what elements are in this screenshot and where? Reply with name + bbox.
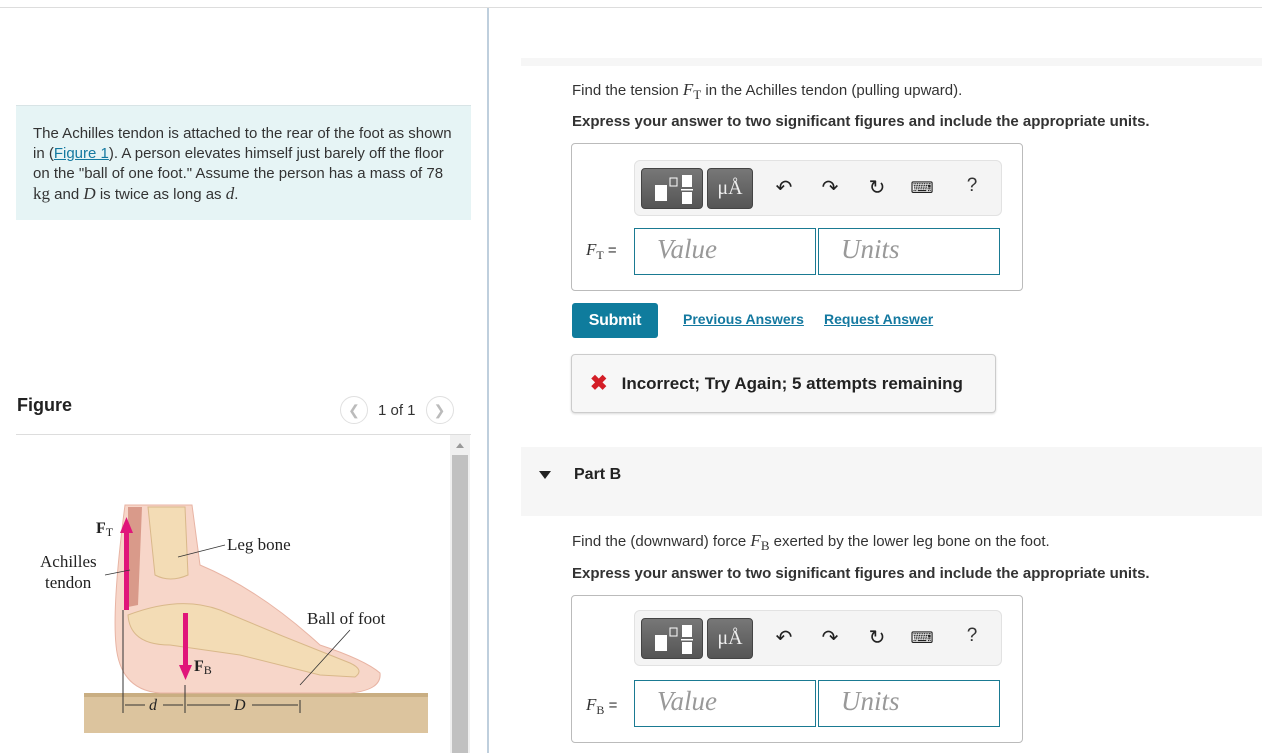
part-b-header[interactable]: Part B bbox=[521, 447, 1262, 516]
scrollbar-thumb[interactable] bbox=[452, 455, 468, 753]
units-button[interactable]: μÅ bbox=[707, 168, 753, 209]
chevron-right-icon: ❯ bbox=[433, 401, 446, 418]
incorrect-x-icon: ✖ bbox=[590, 372, 608, 395]
var-ft: F bbox=[682, 80, 694, 99]
part-a-answer-box: μÅ ↶ ↷ ↻ ⌨ ? FT = Value Units bbox=[571, 143, 1023, 291]
foot-diagram: FT FB Achilles tendon Leg bone Ball of f… bbox=[40, 504, 428, 733]
collapse-triangle-icon[interactable] bbox=[539, 471, 551, 479]
var-ft: F bbox=[586, 240, 597, 259]
problem-statement: The Achilles tendon is attached to the r… bbox=[16, 105, 471, 220]
var-fb: F bbox=[586, 695, 597, 714]
undo-icon[interactable]: ↶ bbox=[772, 625, 796, 650]
ft-units-input[interactable]: Units bbox=[818, 228, 1000, 275]
reset-icon[interactable]: ↻ bbox=[865, 175, 889, 200]
keyboard-icon[interactable]: ⌨ bbox=[910, 628, 934, 648]
undo-icon[interactable]: ↶ bbox=[772, 175, 796, 200]
part-a-question: Find the tension FT in the Achilles tend… bbox=[572, 80, 962, 103]
part-b-instruction: Express your answer to two significant f… bbox=[572, 565, 1150, 582]
question-text: in the Achilles tendon (pulling upward). bbox=[701, 82, 963, 99]
templates-button[interactable] bbox=[641, 618, 703, 659]
var-D: D bbox=[83, 184, 96, 203]
fb-arrow bbox=[183, 613, 188, 668]
math-toolbar: μÅ ↶ ↷ ↻ ⌨ ? bbox=[634, 610, 1002, 666]
redo-icon[interactable]: ↷ bbox=[818, 175, 842, 200]
figure-next-button[interactable]: ❯ bbox=[425, 396, 454, 424]
units-button[interactable]: μÅ bbox=[707, 618, 753, 659]
question-text: Find the (downward) force bbox=[572, 533, 751, 550]
question-text: exerted by the lower leg bone on the foo… bbox=[769, 533, 1050, 550]
ft-input-label: FT = bbox=[586, 240, 617, 263]
problem-text: is twice as long as bbox=[95, 186, 226, 203]
ball-of-foot-label: Ball of foot bbox=[307, 609, 386, 628]
help-icon[interactable]: ? bbox=[960, 175, 984, 197]
equals-sign: = bbox=[604, 697, 618, 714]
redo-icon[interactable]: ↷ bbox=[818, 625, 842, 650]
fb-input-label: FB = bbox=[586, 695, 617, 718]
figure-scrollbar[interactable] bbox=[450, 435, 470, 753]
keyboard-icon[interactable]: ⌨ bbox=[910, 178, 934, 198]
reset-icon[interactable]: ↻ bbox=[865, 625, 889, 650]
submit-button[interactable]: Submit bbox=[572, 303, 658, 338]
question-text: Find the tension bbox=[572, 82, 683, 99]
part-a-header-band bbox=[521, 58, 1262, 66]
figure-link[interactable]: Figure 1 bbox=[54, 145, 109, 162]
D-label: D bbox=[233, 697, 246, 714]
templates-icon bbox=[655, 175, 693, 204]
part-a-instruction: Express your answer to two significant f… bbox=[572, 113, 1150, 130]
problem-text: and bbox=[50, 186, 84, 203]
request-answer-link[interactable]: Request Answer bbox=[824, 311, 933, 327]
figure-title: Figure bbox=[17, 395, 73, 415]
feedback-text: Incorrect; Try Again; 5 attempts remaini… bbox=[621, 373, 963, 393]
math-toolbar: μÅ ↶ ↷ ↻ ⌨ ? bbox=[634, 160, 1002, 216]
chevron-left-icon: ❮ bbox=[348, 401, 360, 418]
mass-unit: kg bbox=[33, 184, 50, 203]
top-border bbox=[0, 7, 1262, 8]
figure-prev-button[interactable]: ❮ bbox=[340, 396, 368, 424]
tendon-label: tendon bbox=[45, 573, 92, 592]
fb-units-input[interactable]: Units bbox=[818, 680, 1000, 727]
achilles-label: Achilles bbox=[40, 552, 97, 571]
feedback-message: ✖ Incorrect; Try Again; 5 attempts remai… bbox=[571, 354, 996, 413]
scroll-up-arrow-icon[interactable] bbox=[456, 443, 464, 448]
figure-pager: ❮ 1 of 1 ❯ bbox=[340, 396, 454, 424]
templates-icon bbox=[655, 625, 693, 654]
ft-label: FT bbox=[96, 520, 114, 539]
part-b-answer-box: μÅ ↶ ↷ ↻ ⌨ ? FB = Value Units bbox=[571, 595, 1023, 743]
figure-counter: 1 of 1 bbox=[378, 401, 416, 419]
floor-edge bbox=[84, 693, 428, 697]
part-b-question: Find the (downward) force FB exerted by … bbox=[572, 531, 1050, 554]
help-icon[interactable]: ? bbox=[960, 625, 984, 647]
leg-bone-label: Leg bone bbox=[227, 535, 291, 554]
floor bbox=[84, 693, 428, 733]
pane-divider[interactable] bbox=[487, 8, 489, 753]
var-d: d bbox=[225, 184, 235, 203]
equals-sign: = bbox=[603, 242, 617, 259]
previous-answers-link[interactable]: Previous Answers bbox=[683, 311, 804, 327]
templates-button[interactable] bbox=[641, 168, 703, 209]
ft-value-input[interactable]: Value bbox=[634, 228, 816, 275]
part-b-title: Part B bbox=[574, 466, 622, 483]
d-label: d bbox=[149, 697, 158, 714]
var-fb: F bbox=[750, 531, 761, 550]
problem-text: . bbox=[234, 186, 239, 203]
leg-bone-shape bbox=[147, 506, 189, 580]
var-ft-sub: T bbox=[596, 248, 604, 262]
figure-divider bbox=[16, 434, 471, 435]
fb-value-input[interactable]: Value bbox=[634, 680, 816, 727]
